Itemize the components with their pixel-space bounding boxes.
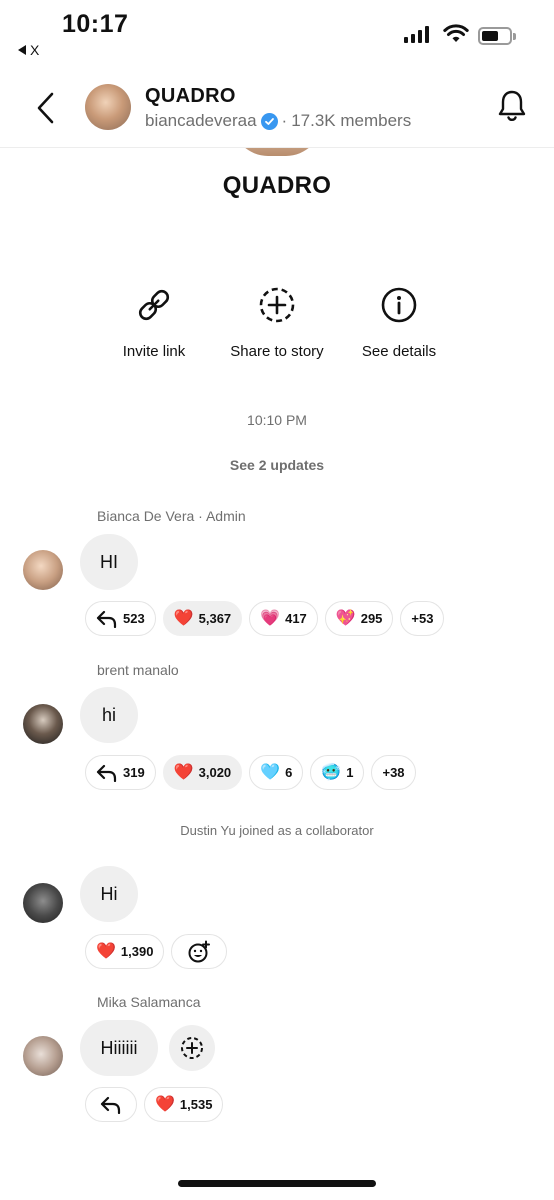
sender-avatar[interactable]: [23, 550, 63, 590]
cold-face-emoji: 🥶: [321, 763, 342, 781]
member-count: 17.3K members: [291, 111, 412, 130]
message-bubble[interactable]: hi: [80, 687, 138, 743]
light-blue-heart-emoji: 🩵: [260, 763, 281, 781]
message-sender: brent manalo: [97, 662, 179, 678]
system-message: Dustin Yu joined as a collaborator: [180, 823, 374, 838]
red-heart-emoji: ❤️: [173, 763, 194, 781]
back-triangle-icon: [18, 45, 26, 55]
reaction-chip[interactable]: ❤️ 1,390: [85, 934, 165, 969]
see-updates-link[interactable]: See 2 updates: [0, 457, 554, 473]
channel-header: QUADRO biancadeveraa · 17.3K members: [0, 70, 554, 148]
reaction-bar: ❤️ 1,390: [85, 934, 228, 969]
growing-heart-emoji: 💗: [260, 609, 281, 627]
see-details-button[interactable]: See details: [334, 285, 464, 360]
see-details-label: See details: [361, 343, 437, 360]
reply-count: 319: [123, 765, 145, 780]
message-sender: Bianca De Vera · Admin: [97, 508, 246, 524]
add-emoji-icon: [188, 940, 211, 962]
reply-arrow-icon: [96, 610, 117, 628]
battery-icon: [478, 27, 516, 45]
cellular-signal-icon: [404, 26, 429, 43]
message-sender: Mika Salamanca: [97, 994, 201, 1010]
reaction-chip[interactable]: ❤️ 1,535: [144, 1087, 224, 1122]
status-bar: 10:17 X: [0, 0, 554, 70]
reaction-count: 1,535: [179, 1097, 213, 1112]
status-time: 10:17: [62, 10, 129, 38]
reply-arrow-icon: [100, 1096, 121, 1114]
reply-chip[interactable]: 319: [85, 755, 156, 790]
more-reactions-count: +53: [411, 611, 434, 626]
reply-chip[interactable]: [85, 1087, 137, 1122]
red-heart-emoji: ❤️: [173, 609, 194, 627]
header-title[interactable]: QUADRO: [145, 85, 236, 108]
sender-avatar[interactable]: [23, 1036, 63, 1076]
share-to-story-label: Share to story: [230, 343, 324, 360]
red-heart-emoji: ❤️: [96, 942, 116, 960]
add-reaction-button[interactable]: [171, 934, 228, 969]
more-reactions-count: +38: [382, 765, 405, 780]
back-arrow-icon[interactable]: [30, 90, 60, 126]
reaction-bar: 319 ❤️ 3,020 🩵 6 🥶 1 +38: [85, 755, 416, 790]
reaction-chip[interactable]: ❤️ 5,367: [162, 601, 243, 636]
bell-icon[interactable]: [496, 88, 528, 124]
reaction-bar: 523 ❤️ 5,367 💗 417 💖 295 +53: [85, 601, 445, 636]
wifi-icon: [443, 24, 469, 42]
red-heart-emoji: ❤️: [155, 1095, 175, 1113]
back-to-app-button[interactable]: X: [18, 42, 39, 58]
reaction-chip[interactable]: ❤️ 3,020: [162, 755, 243, 790]
message-bubble[interactable]: HI: [80, 534, 138, 590]
info-icon: [381, 287, 417, 323]
add-story-icon: [259, 287, 295, 323]
message-bubble[interactable]: Hiiiiii: [80, 1020, 158, 1076]
reaction-count: 6: [285, 765, 293, 780]
header-subtitle[interactable]: biancadeveraa · 17.3K members: [145, 111, 411, 131]
back-app-label: X: [30, 42, 40, 58]
more-reactions-chip[interactable]: +53: [400, 601, 445, 636]
invite-link-button[interactable]: Invite link: [89, 285, 219, 360]
subtitle-separator: ·: [281, 111, 288, 130]
sender-avatar[interactable]: [23, 704, 63, 744]
owner-username: biancadeveraa: [145, 111, 257, 130]
reaction-count: 5,367: [198, 611, 232, 626]
reaction-count: 417: [285, 611, 307, 626]
link-icon: [138, 289, 170, 321]
channel-name: QUADRO: [222, 172, 332, 199]
share-to-story-button[interactable]: Share to story: [212, 285, 342, 360]
reaction-count: 1: [346, 765, 354, 780]
message-timestamp: 10:10 PM: [247, 412, 307, 428]
reaction-bar: ❤️ 1,535: [85, 1087, 224, 1122]
add-story-icon: [181, 1037, 203, 1059]
reaction-chip[interactable]: 💗 417: [249, 601, 318, 636]
invite-link-label: Invite link: [122, 343, 186, 360]
reply-chip[interactable]: 523: [85, 601, 156, 636]
sender-avatar[interactable]: [23, 883, 63, 923]
home-indicator[interactable]: [178, 1180, 376, 1187]
reaction-count: 295: [360, 611, 383, 626]
verified-badge-icon: [260, 112, 278, 130]
reply-arrow-icon: [96, 764, 117, 782]
reaction-chip[interactable]: 🩵 6: [249, 755, 304, 790]
channel-avatar[interactable]: [85, 84, 131, 130]
sparkling-heart-emoji: 💖: [335, 609, 356, 627]
reaction-count: 3,020: [198, 765, 232, 780]
message-bubble[interactable]: Hi: [80, 866, 138, 922]
reaction-count: 1,390: [120, 944, 154, 959]
more-reactions-chip[interactable]: +38: [371, 755, 416, 790]
reply-count: 523: [123, 611, 145, 626]
reaction-chip[interactable]: 💖 295: [324, 601, 394, 636]
reaction-chip[interactable]: 🥶 1: [310, 755, 365, 790]
share-to-story-small-button[interactable]: [169, 1025, 215, 1071]
